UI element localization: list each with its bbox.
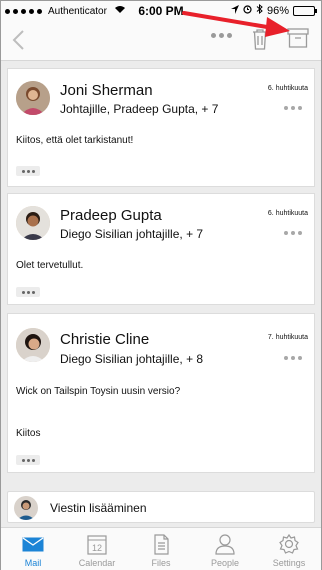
avatar bbox=[16, 206, 50, 240]
expand-quoted-button[interactable] bbox=[16, 166, 40, 176]
recipients: Diego Sisilian johtajille, + 7 bbox=[60, 227, 204, 241]
tab-mail[interactable]: Mail bbox=[1, 528, 65, 570]
archive-button[interactable] bbox=[287, 27, 309, 49]
compose-label: Viestin lisääminen bbox=[50, 501, 147, 515]
message-more-icon[interactable] bbox=[284, 106, 302, 110]
message-more-icon[interactable] bbox=[284, 356, 302, 360]
message-body: Kiitos, että olet tarkistanut! bbox=[16, 135, 134, 146]
bluetooth-icon bbox=[256, 3, 263, 17]
expand-quoted-button[interactable] bbox=[16, 455, 40, 465]
tab-label: Files bbox=[151, 558, 171, 568]
battery-percent: 96% bbox=[266, 4, 289, 17]
message-date: 7. huhtikuuta bbox=[267, 334, 308, 341]
tab-files[interactable]: Files bbox=[129, 528, 193, 570]
tab-label: Settings bbox=[272, 558, 306, 568]
calendar-icon: 12 bbox=[85, 533, 109, 555]
archive-icon bbox=[287, 28, 309, 48]
delete-button[interactable] bbox=[251, 28, 269, 50]
alarm-icon bbox=[243, 4, 252, 17]
tab-settings[interactable]: Settings bbox=[257, 528, 321, 570]
back-chevron-icon[interactable] bbox=[11, 29, 27, 51]
sender-name: Joni Sherman bbox=[60, 82, 153, 99]
message-body-line: Wick on Tailspin Toysin uusin versio? bbox=[16, 386, 181, 397]
message-card[interactable]: Joni Sherman Johtajille, Pradeep Gupta, … bbox=[7, 68, 315, 187]
user-avatar bbox=[14, 496, 38, 520]
location-icon bbox=[230, 4, 239, 17]
message-date: 6. huhtikuuta bbox=[267, 85, 308, 92]
recipients: Johtajille, Pradeep Gupta, + 7 bbox=[60, 102, 219, 116]
message-more-icon[interactable] bbox=[284, 231, 302, 235]
tab-label: Calendar bbox=[78, 558, 116, 568]
recipients: Diego Sisilian johtajille, + 8 bbox=[60, 352, 204, 366]
tab-people[interactable]: People bbox=[193, 528, 257, 570]
message-date: 6. huhtikuuta bbox=[267, 210, 308, 217]
tab-bar: Mail 12 Calendar Files People Settings bbox=[1, 527, 321, 570]
tab-label: People bbox=[210, 558, 240, 568]
mail-icon bbox=[21, 533, 45, 555]
avatar bbox=[16, 81, 50, 115]
more-options-icon[interactable] bbox=[211, 33, 232, 38]
tab-label: Mail bbox=[24, 558, 42, 568]
message-card[interactable]: Pradeep Gupta Diego Sisilian johtajille,… bbox=[7, 193, 315, 305]
calendar-day-number: 12 bbox=[92, 543, 102, 553]
expand-quoted-button[interactable] bbox=[16, 287, 40, 297]
avatar bbox=[16, 328, 50, 362]
files-icon bbox=[149, 533, 173, 555]
status-bar: Authenticator 6:00 PM 96% bbox=[1, 1, 321, 21]
message-thread: Joni Sherman Johtajille, Pradeep Gupta, … bbox=[1, 62, 321, 527]
sender-name: Pradeep Gupta bbox=[60, 207, 162, 224]
tab-calendar[interactable]: 12 Calendar bbox=[65, 528, 129, 570]
message-body: Olet tervetullut. bbox=[16, 260, 84, 271]
sender-name: Christie Cline bbox=[60, 331, 150, 348]
message-body-line: Kiitos bbox=[16, 428, 41, 439]
reply-compose-bar[interactable]: Viestin lisääminen bbox=[7, 491, 315, 523]
trash-icon bbox=[253, 29, 267, 50]
message-card[interactable]: Christie Cline Diego Sisilian johtajille… bbox=[7, 313, 315, 473]
battery-icon bbox=[293, 5, 317, 16]
nav-bar bbox=[1, 21, 321, 61]
people-icon bbox=[213, 533, 237, 555]
settings-icon bbox=[277, 533, 301, 555]
